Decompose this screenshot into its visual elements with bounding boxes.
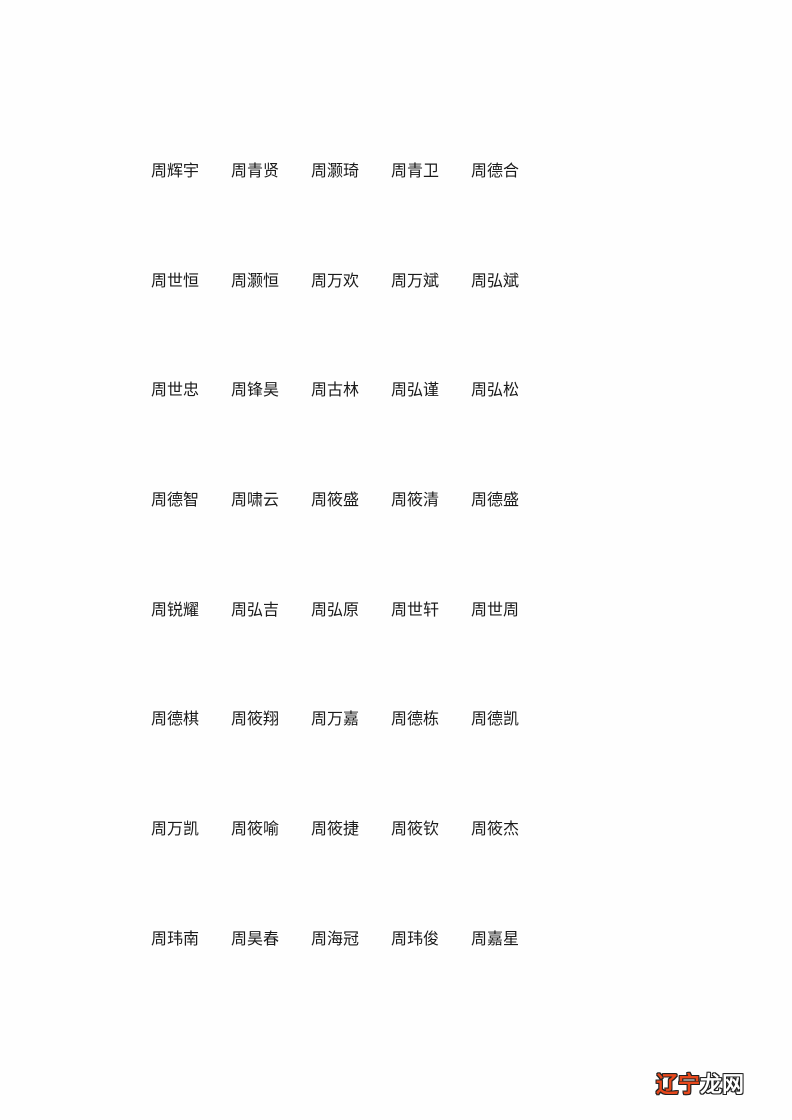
name-item: 周锋昊 [231,380,280,400]
name-item: 周万嘉 [311,709,360,729]
site-watermark-logo[interactable]: 辽宁龙网 [656,1071,744,1101]
name-row: 周辉宇 周青贤 周灏琦 周青卫 周德合 [151,160,571,270]
name-item: 周辉宇 [151,161,200,180]
document-page: 周辉宇 周青贤 周灏琦 周青卫 周德合 周世恒 周灏恒 周万欢 周万斌 周弘斌 周世忠 周锋昊 周古林周… [0,0,792,1120]
name-row: 周锐耀 周弘吉 周弘原 周世轩 周世周 [151,599,571,709]
name-row: 周玮南 周昊春 周海冠 周玮俊 周嘉星 [151,928,571,1038]
name-item: 周筱捷 [311,819,360,839]
name-item: 周嘉星 [471,928,520,948]
name-item: 周世忠 [151,380,200,400]
name-item: 周筱清 [391,490,440,510]
name-item: 周世恒 [151,270,200,290]
names-grid: 周辉宇 周青贤 周灏琦 周青卫 周德合 周世恒 周灏恒 周万欢 周万斌 周弘斌 周世忠 周锋昊 周古林周… [151,160,571,1038]
name-item: 周德棋 [151,709,200,729]
name-item: 周德合 [471,161,520,180]
name-item: 周青卫 [391,161,440,180]
name-item: 周弘原 [311,599,360,619]
name-item: 周弘吉 [231,599,280,619]
name-row: 周世忠 周锋昊 周古林 周弘谨 周弘松 [151,379,571,489]
name-item: 周灏琦 [311,161,360,180]
name-item: 周锐耀 [151,599,200,619]
name-item: 周昊春 [231,928,280,948]
name-item: 周青贤 [231,161,280,180]
watermark-text-liaoning: 辽宁 [656,1073,701,1098]
name-item: 周海冠 [311,928,360,948]
name-item: 周德盛 [471,490,520,510]
name-item: 周筱钦 [391,819,440,839]
name-item: 周筱杰 [471,819,520,839]
name-item: 周古林 [311,380,360,400]
name-item: 周灏恒 [231,270,280,290]
name-item: 周玮俊 [391,928,440,948]
name-item: 周德栋 [391,709,440,729]
name-row: 周德智 周啸云 周筱盛 周筱清 周德盛 [151,489,571,599]
name-row: 周万凯 周筱喻 周筱捷 周筱钦 周筱杰 [151,818,571,928]
name-item: 周德凯 [471,709,520,729]
name-item: 周德智 [151,490,200,510]
watermark-text-longwang: 龙网 [700,1073,745,1098]
name-item: 周世周 [471,599,520,619]
name-item: 周筱翔 [231,709,280,729]
name-item: 周玮南 [151,928,200,948]
name-row: 周德棋 周筱翔 周万嘉 周德栋 周德凯 [151,708,571,818]
name-item: 周弘松 [471,380,520,400]
name-item: 周万欢 [311,270,360,290]
name-row: 周世恒 周灏恒 周万欢 周万斌 周弘斌 [151,270,571,380]
name-item: 周筱喻 [231,819,280,839]
name-item: 周万斌 [391,270,440,290]
name-item: 周弘谨 [391,380,440,400]
name-item: 周万凯 [151,819,200,839]
name-item: 周弘斌 [471,270,520,290]
name-item: 周啸云 [231,490,280,510]
name-item: 周筱盛 [311,490,360,510]
name-item: 周世轩 [391,599,440,619]
